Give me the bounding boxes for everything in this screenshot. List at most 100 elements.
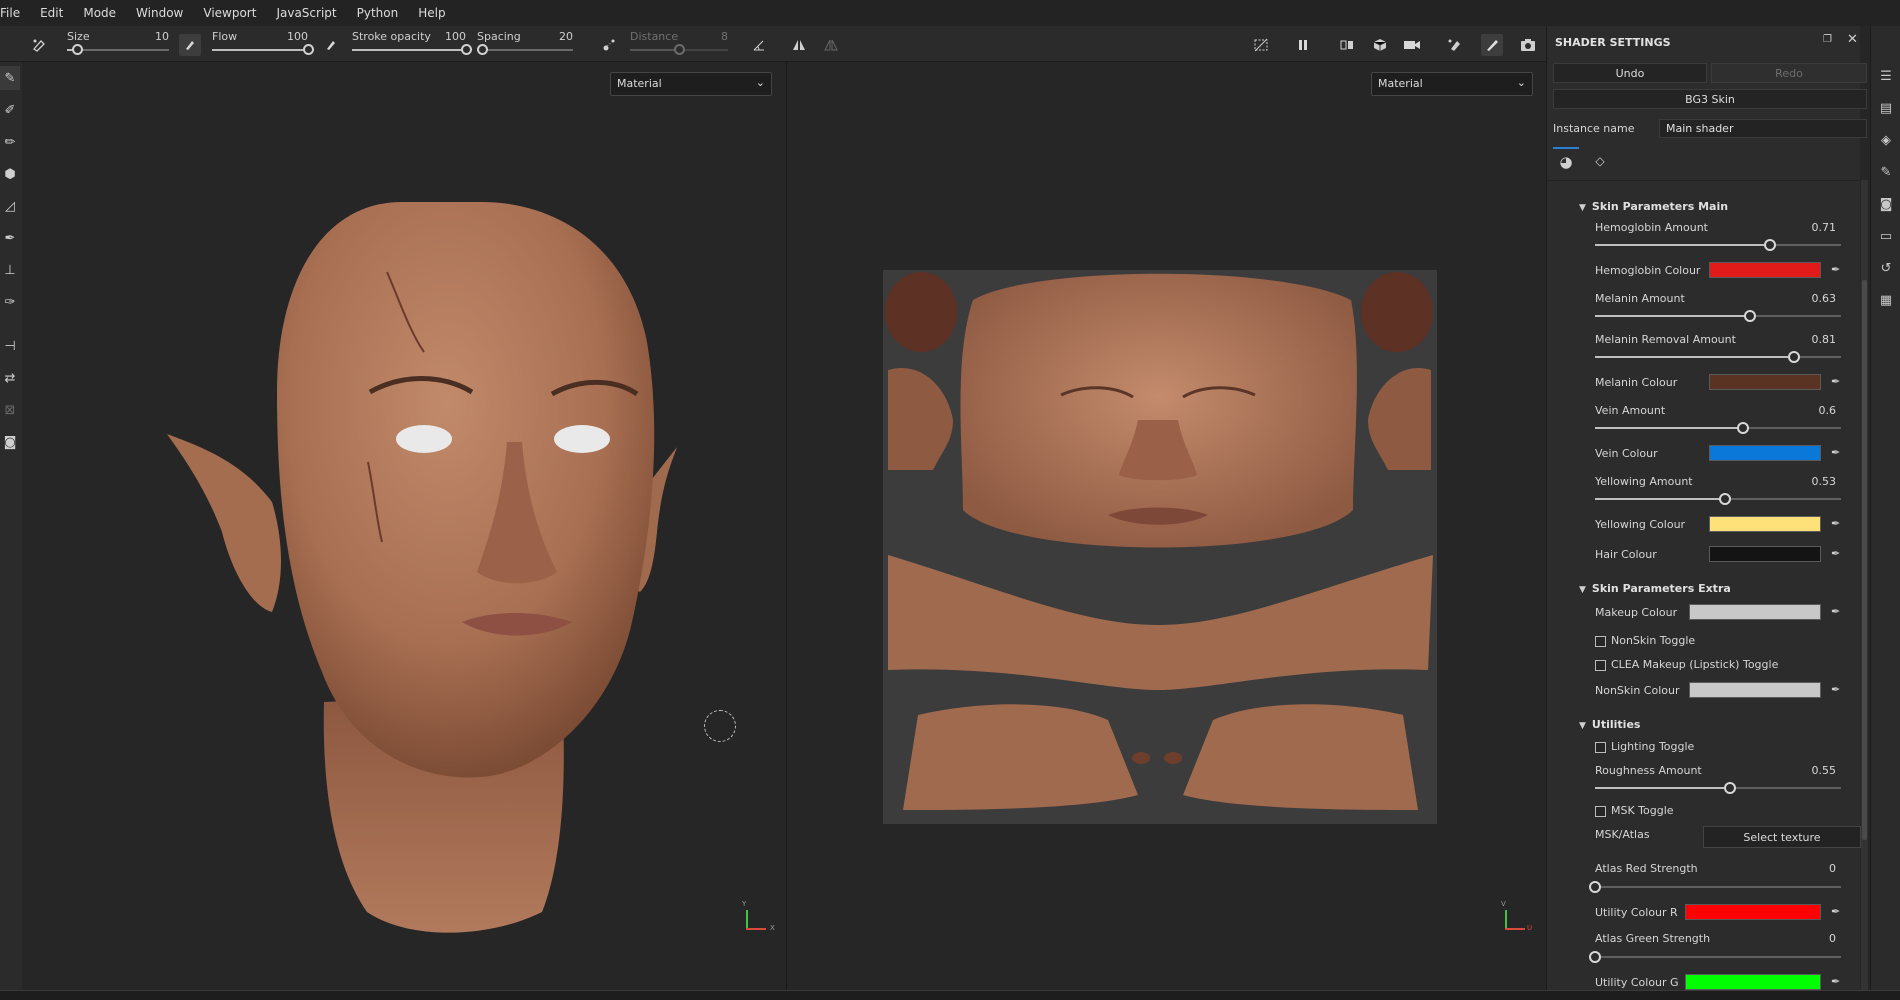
split-view-icon[interactable]: [1336, 34, 1358, 56]
uv-viewport[interactable]: Material ⌄ V U: [786, 62, 1544, 990]
pause-icon[interactable]: [1292, 34, 1314, 56]
texture-set-icon[interactable]: ▤: [1876, 98, 1896, 118]
menu-mode[interactable]: Mode: [73, 6, 126, 20]
menu-help[interactable]: Help: [408, 6, 455, 20]
eyedropper-icon[interactable]: ✒: [1831, 683, 1840, 696]
eyedropper-icon[interactable]: ✒: [1831, 975, 1840, 988]
shelf-icon[interactable]: ▭: [1876, 226, 1896, 246]
uv-viewport-mode-dropdown[interactable]: Material ⌄: [1371, 72, 1533, 96]
pressure-size-icon[interactable]: [179, 34, 201, 56]
menu-file[interactable]: File: [0, 6, 30, 20]
undock-icon[interactable]: ❐: [1823, 34, 1832, 45]
melanin-amount-slider[interactable]: [1595, 310, 1841, 322]
melanin-removal-slider[interactable]: [1595, 351, 1841, 363]
lighting-toggle-checkbox[interactable]: [1595, 742, 1606, 753]
section-skin-extra[interactable]: ▼ Skin Parameters Extra: [1579, 582, 1731, 595]
projection-tool-icon[interactable]: ✏: [0, 130, 20, 154]
yellowing-amount-slider[interactable]: [1595, 493, 1841, 505]
hemoglobin-colour-swatch[interactable]: [1709, 262, 1821, 278]
flow-slider-handle[interactable]: [303, 44, 314, 55]
eyedropper-icon[interactable]: ✒: [1831, 905, 1840, 918]
eyedropper-icon[interactable]: ✒: [1831, 605, 1840, 618]
utility-colour-g-swatch[interactable]: [1685, 974, 1821, 990]
smudge-tool-icon[interactable]: ✒: [0, 226, 20, 250]
menu-javascript[interactable]: JavaScript: [266, 6, 346, 20]
eyedropper-icon[interactable]: ✒: [1831, 263, 1840, 276]
slider-handle[interactable]: [1788, 351, 1801, 363]
spacing-slider[interactable]: Spacing 20: [476, 30, 573, 58]
slider-handle[interactable]: [1589, 881, 1601, 893]
eyedropper-icon[interactable]: ✒: [1831, 517, 1840, 530]
brush-icon[interactable]: [1481, 34, 1503, 56]
brush-preset-icon[interactable]: [28, 34, 50, 56]
instance-name-field[interactable]: Main shader: [1659, 119, 1867, 138]
stroke-opacity-slider-handle[interactable]: [461, 44, 472, 55]
hair-colour-swatch[interactable]: [1709, 546, 1821, 562]
symmetry-icon[interactable]: [788, 34, 810, 56]
menu-window[interactable]: Window: [126, 6, 193, 20]
eyedropper-icon[interactable]: ✒: [1831, 547, 1840, 560]
material-picker-tool-icon[interactable]: ⊠: [0, 398, 20, 422]
undo-button[interactable]: Undo: [1553, 63, 1707, 83]
slider-handle[interactable]: [1736, 422, 1749, 434]
menu-viewport[interactable]: Viewport: [193, 6, 266, 20]
slider-handle[interactable]: [1763, 239, 1776, 251]
layers-icon[interactable]: ◈: [1876, 130, 1896, 150]
slider-handle[interactable]: [1719, 493, 1732, 505]
panel-scrollbar[interactable]: [1861, 180, 1868, 1000]
eraser-tool-icon[interactable]: ✐: [0, 98, 20, 122]
eyedropper-icon[interactable]: ✒: [1831, 375, 1840, 388]
nonskin-toggle-checkbox[interactable]: [1595, 636, 1606, 647]
shader-name-button[interactable]: BG3 Skin: [1553, 89, 1867, 109]
color-picker-tool-icon[interactable]: ✑: [0, 290, 20, 314]
distance-slider[interactable]: Distance 8: [630, 30, 728, 58]
lazy-mouse-icon[interactable]: [598, 34, 620, 56]
hemoglobin-amount-slider[interactable]: [1595, 239, 1841, 251]
slider-handle[interactable]: [1743, 310, 1756, 322]
flow-slider[interactable]: Flow 100: [212, 30, 314, 58]
tab-material-params[interactable]: ◕: [1553, 147, 1579, 175]
camera-video-icon[interactable]: [1401, 34, 1423, 56]
bake-tool-icon[interactable]: ⊣: [0, 334, 20, 358]
yellowing-colour-swatch[interactable]: [1709, 516, 1821, 532]
symmetry-mode-icon[interactable]: [820, 34, 842, 56]
transform-tool-icon[interactable]: ⇄: [0, 366, 20, 390]
geometry-fill-tool-icon[interactable]: ⬢: [0, 162, 20, 186]
select-texture-button[interactable]: Select texture: [1703, 826, 1861, 848]
section-skin-main[interactable]: ▼ Skin Parameters Main: [1579, 200, 1728, 213]
layers-list-icon[interactable]: ☰: [1876, 66, 1896, 86]
melanin-colour-swatch[interactable]: [1709, 374, 1821, 390]
measure-tool-icon[interactable]: ◙: [0, 430, 20, 454]
menu-python[interactable]: Python: [347, 6, 409, 20]
atlas-green-slider[interactable]: [1589, 951, 1841, 963]
clone-tool-icon[interactable]: ⊥: [0, 258, 20, 282]
msk-toggle-checkbox[interactable]: [1595, 806, 1606, 817]
spacing-slider-handle[interactable]: [476, 44, 488, 55]
close-icon[interactable]: ✕: [1847, 32, 1858, 47]
3d-view-icon[interactable]: [1369, 34, 1391, 56]
makeup-colour-swatch[interactable]: [1689, 604, 1821, 620]
3d-viewport[interactable]: Material ⌄ Y X: [22, 62, 785, 990]
hide-selection-icon[interactable]: [1250, 34, 1272, 56]
angle-icon[interactable]: [748, 34, 770, 56]
section-utilities[interactable]: ▼ Utilities: [1579, 718, 1640, 731]
slider-handle[interactable]: [1589, 951, 1601, 963]
nonskin-colour-swatch[interactable]: [1689, 682, 1821, 698]
atlas-red-slider[interactable]: [1589, 881, 1841, 893]
utility-colour-r-swatch[interactable]: [1685, 904, 1821, 920]
size-slider[interactable]: Size 10: [67, 30, 169, 58]
display-settings-icon[interactable]: ◙: [1876, 194, 1896, 214]
roughness-amount-slider[interactable]: [1595, 782, 1841, 794]
brush-settings-icon[interactable]: ✎: [1876, 162, 1896, 182]
camera-icon[interactable]: [1517, 34, 1539, 56]
pressure-flow-icon[interactable]: [320, 34, 342, 56]
vein-amount-slider[interactable]: [1595, 422, 1841, 434]
log-icon[interactable]: ▦: [1876, 290, 1896, 310]
menu-edit[interactable]: Edit: [30, 6, 73, 20]
slider-handle[interactable]: [1724, 782, 1737, 794]
vein-colour-swatch[interactable]: [1709, 445, 1821, 461]
eyedropper-icon[interactable]: ✒: [1831, 446, 1840, 459]
tab-geometry[interactable]: ◇: [1587, 147, 1613, 175]
distance-slider-handle[interactable]: [674, 44, 685, 55]
clea-makeup-toggle-checkbox[interactable]: [1595, 660, 1606, 671]
